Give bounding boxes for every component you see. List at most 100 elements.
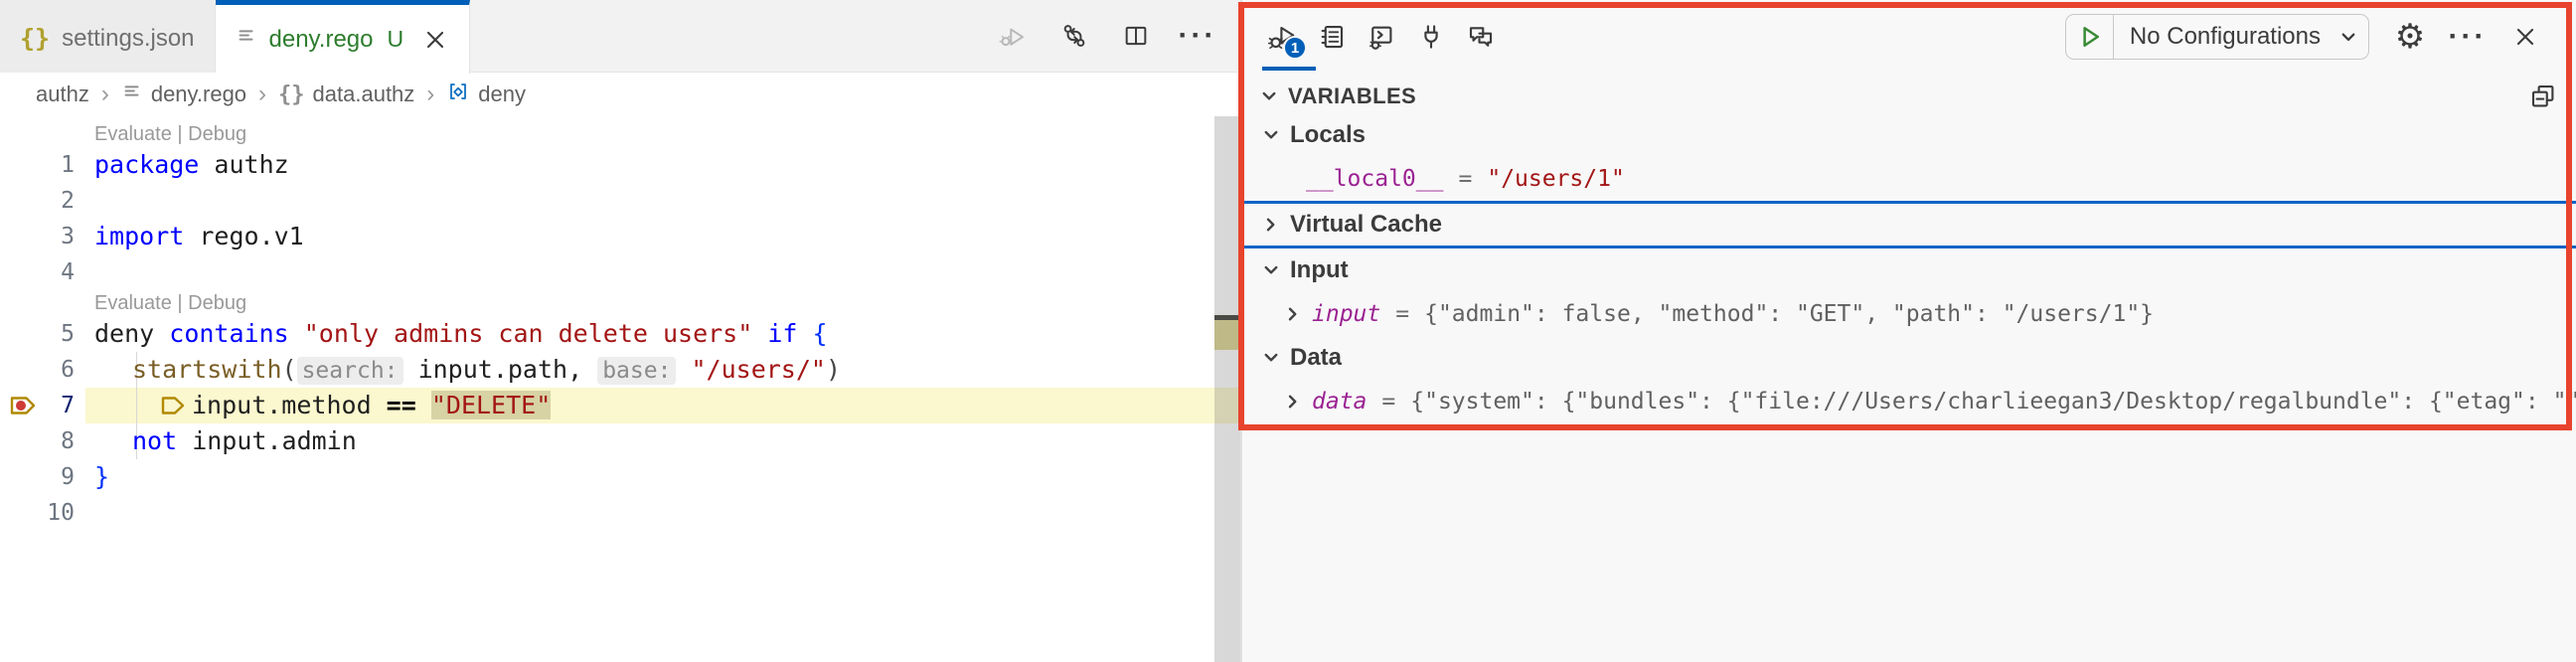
code-token: contains [169, 319, 288, 348]
code-token [676, 355, 691, 384]
code-token: { [813, 319, 828, 348]
debug-launch-group: No Configurations [2065, 14, 2369, 60]
more-actions-icon[interactable]: ··· [1181, 19, 1214, 53]
codelens-debug-link[interactable]: Debug [188, 123, 246, 145]
close-tab-icon[interactable] [421, 26, 449, 54]
settings-gear-icon[interactable]: ⚙ [2393, 19, 2427, 55]
ports-icon[interactable] [1413, 19, 1449, 55]
file-lines-icon [121, 81, 143, 108]
code-token [752, 319, 767, 348]
chevron-right-icon [1280, 389, 1306, 414]
line-number[interactable]: 2 [0, 183, 75, 219]
variable-name: data [1312, 389, 1367, 414]
line-number[interactable]: 5 [0, 316, 75, 352]
braces-json-icon: {} [20, 24, 50, 54]
variables-scope-data[interactable]: Data [1242, 336, 2576, 380]
code-line-content[interactable]: not input.admin [94, 423, 357, 459]
code-token: ) [826, 355, 841, 384]
code-line-content[interactable]: input.method == "DELETE" [94, 388, 551, 423]
code-editor[interactable]: Evaluate | Debug 1 package authz 23 import r… [0, 115, 1242, 662]
variable-value: {"system": {"bundles": {"file:///Users/c… [1410, 389, 2576, 414]
code-token: not [132, 426, 177, 455]
code-line-content[interactable]: startswith(search: input.path, base: "/u… [94, 352, 841, 389]
panel-toolbar: 1 No Configurations ⚙ ··· [1264, 12, 2542, 62]
codelens-evaluate-link[interactable]: Evaluate [94, 123, 172, 145]
tab-bar: {}settings.jsondeny.regoU ··· [0, 0, 1242, 73]
variables-scope-locals[interactable]: Locals [1242, 113, 2576, 157]
tab-settings.json[interactable]: {}settings.json [0, 0, 216, 73]
debug-console-icon[interactable] [1364, 19, 1399, 55]
panel-toolbar-right: No Configurations ⚙ ··· [2065, 14, 2542, 60]
breadcrumb-label: authz [36, 82, 89, 107]
code-token [289, 319, 304, 348]
code-line-content[interactable]: import rego.v1 [94, 219, 304, 254]
start-debugging-button[interactable] [2066, 14, 2114, 60]
scope-label: Data [1290, 344, 1342, 372]
variable-__local0__[interactable]: __local0__="/users/1" [1242, 157, 2576, 201]
code-token: rego.v1 [184, 222, 303, 250]
chevron-right-icon [1280, 301, 1306, 327]
run-or-debug-icon[interactable] [996, 19, 1030, 53]
collapse-all-icon[interactable] [2528, 82, 2558, 111]
debug-current-statement-icon [132, 388, 192, 423]
line-number[interactable]: 7 [0, 388, 75, 423]
variables-scope-virtual-cache[interactable]: Virtual Cache [1242, 201, 2576, 248]
run-and-debug-icon[interactable]: 1 [1264, 19, 1300, 55]
breadcrumb-item-deny.rego[interactable]: deny.rego [121, 81, 246, 108]
variables-scope-input[interactable]: Input [1242, 248, 2576, 292]
editor-scrollbar[interactable] [1214, 116, 1240, 662]
line-number[interactable]: 1 [0, 147, 75, 183]
compare-changes-icon[interactable] [1057, 19, 1091, 53]
line-number[interactable]: 8 [0, 423, 75, 459]
debug-configuration-dropdown[interactable]: No Configurations [2114, 23, 2329, 51]
code-line-content[interactable]: package authz [94, 147, 289, 183]
chevron-down-icon[interactable] [2329, 23, 2368, 51]
breadcrumb-label: deny.rego [151, 82, 246, 107]
code-line-5: 5 deny contains "only admins can delete u… [0, 316, 1242, 352]
code-token: ( [282, 355, 297, 384]
variable-data[interactable]: data = {"system": {"bundles": {"file:///Us… [1242, 380, 2576, 423]
equals-sign: = [1458, 166, 1472, 192]
code-token: search: [297, 357, 403, 385]
code-line-6: 6 startswith(search: input.path, base: "/… [0, 352, 1242, 388]
code-token: input.method [192, 391, 387, 419]
code-token [416, 391, 431, 419]
breadcrumb-label: data.authz [313, 82, 415, 107]
close-panel-icon[interactable] [2508, 19, 2542, 55]
codelens-debug-link[interactable]: Debug [188, 292, 246, 314]
code-line-content[interactable]: deny contains "only admins can delete us… [94, 316, 828, 352]
debug-side-panel: 1 No Configurations ⚙ ··· VARIABLES Loca… [1242, 0, 2576, 662]
variables-section-header[interactable]: VARIABLES [1256, 82, 2558, 111]
breadcrumb: authz›deny.rego›{}data.authz›deny [0, 74, 1242, 115]
chevron-down-icon [1258, 345, 1284, 371]
comments-icon[interactable] [1463, 19, 1499, 55]
chevron-down-icon [1256, 83, 1282, 109]
tab-deny.rego[interactable]: deny.regoU [216, 0, 471, 74]
codelens-evaluate-link[interactable]: Evaluate [94, 292, 172, 314]
variable-input[interactable]: input={"admin": false, "method": "GET", … [1242, 292, 2576, 336]
variables-tree: Locals__local0__="/users/1"Virtual Cache… [1242, 113, 2576, 423]
breadcrumb-item-authz[interactable]: authz [36, 82, 89, 107]
line-number[interactable]: 3 [0, 219, 75, 254]
breadcrumb-item-deny[interactable]: deny [446, 80, 526, 109]
equals-sign: = [1395, 301, 1409, 327]
more-actions-icon[interactable]: ··· [2451, 19, 2485, 55]
output-icon[interactable] [1314, 19, 1350, 55]
code-line-4: 4 [0, 254, 1242, 290]
line-number[interactable]: 9 [0, 459, 75, 495]
code-line-content[interactable]: } [94, 459, 109, 495]
line-number[interactable]: 4 [0, 254, 75, 290]
line-number[interactable]: 6 [0, 352, 75, 388]
equals-sign: = [1381, 389, 1395, 414]
code-line-3: 3 import rego.v1 [0, 219, 1242, 254]
breadcrumb-separator: › [426, 81, 434, 108]
code-line-2: 2 [0, 183, 1242, 219]
codelens-separator: | [172, 292, 188, 314]
breadcrumb-item-data.authz[interactable]: {}data.authz [278, 82, 414, 107]
code-token: base: [597, 357, 676, 385]
split-editor-icon[interactable] [1119, 19, 1153, 53]
tabs: {}settings.jsondeny.regoU [0, 0, 470, 73]
line-number[interactable]: 10 [0, 495, 75, 531]
codelens: Evaluate | Debug [0, 290, 1242, 316]
code-token: startswith [132, 355, 282, 384]
